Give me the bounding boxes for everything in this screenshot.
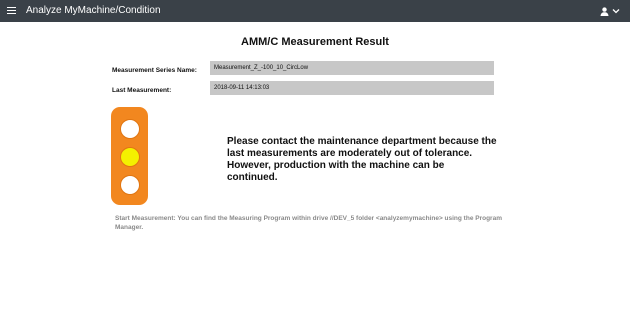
yellow-lamp (120, 147, 140, 167)
red-lamp (120, 119, 140, 139)
last-measurement-value: 2018-09-11 14:13:03 (210, 81, 494, 95)
traffic-light-status (111, 107, 148, 205)
top-bar: Analyze MyMachine/Condition (0, 0, 630, 22)
user-icon (600, 6, 609, 16)
page-title: AMM/C Measurement Result (241, 36, 389, 48)
measurement-series-label: Measurement Series Name: (112, 67, 197, 74)
chevron-down-icon (612, 9, 620, 14)
app-title[interactable]: Analyze MyMachine/Condition (26, 4, 161, 17)
start-measurement-hint: Start Measurement: You can find the Meas… (115, 215, 502, 231)
last-measurement-label: Last Measurement: (112, 87, 172, 94)
hamburger-icon[interactable] (7, 5, 18, 17)
user-menu-button[interactable] (600, 4, 620, 18)
measurement-series-value: Measurement_Z_-100_10_CircLow (210, 61, 494, 75)
status-message: Please contact the maintenance departmen… (227, 136, 497, 183)
green-lamp (120, 175, 140, 195)
